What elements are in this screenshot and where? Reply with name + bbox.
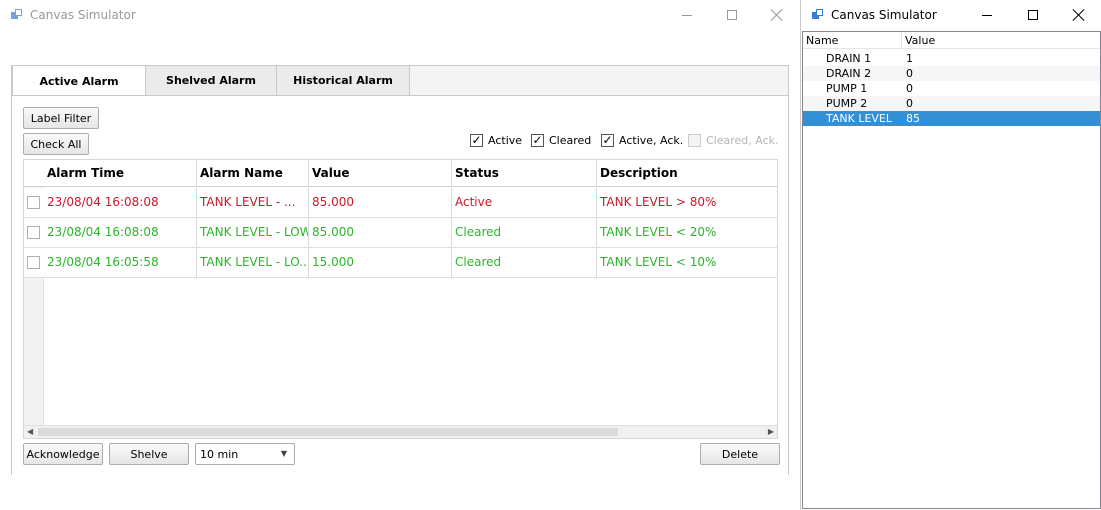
check-all-button[interactable]: Check All: [23, 133, 89, 155]
title-bar[interactable]: Canvas Simulator: [0, 0, 798, 30]
tab-content: Label Filter Check All ✓ Active ✓ Cleare…: [12, 95, 788, 475]
alarm-panel: Active Alarm Shelved Alarm Historical Al…: [11, 65, 789, 475]
maximize-button[interactable]: [1010, 0, 1056, 30]
cell-description: TANK LEVEL < 20%: [600, 225, 717, 239]
tab-active-alarm[interactable]: Active Alarm: [12, 65, 146, 96]
table-row[interactable]: 23/08/04 16:08:08 TANK LEVEL - LOW 85.00…: [24, 218, 777, 248]
cell-description: TANK LEVEL > 80%: [600, 195, 717, 209]
alarm-window: Canvas Simulator Active Alarm Shelved Al…: [0, 0, 798, 510]
window-title: Canvas Simulator: [831, 8, 937, 22]
maximize-icon: [1028, 10, 1038, 20]
delete-button[interactable]: Delete: [700, 443, 780, 465]
filter-cleared-ack: Cleared, Ack.: [688, 134, 779, 147]
label-filter-button[interactable]: Label Filter: [23, 107, 99, 129]
list-item[interactable]: DRAIN 1 1: [803, 51, 1100, 66]
maximize-button[interactable]: [709, 0, 755, 30]
tag-value: 85: [906, 112, 920, 125]
list-item[interactable]: DRAIN 2 0: [803, 66, 1100, 81]
shelve-duration-select[interactable]: 10 min ▼: [195, 443, 295, 465]
cell-alarm-name: TANK LEVEL - LOW: [197, 218, 309, 247]
cell-alarm-name: TANK LEVEL - LO...: [197, 248, 309, 277]
table-row[interactable]: 23/08/04 16:08:08 TANK LEVEL - ... 85.00…: [24, 188, 777, 218]
shelve-duration-value: 10 min: [200, 447, 239, 461]
checkbox-checked-icon[interactable]: ✓: [531, 134, 544, 147]
column-header-status[interactable]: Status: [452, 160, 597, 187]
column-header-value[interactable]: Value: [902, 32, 1100, 49]
window-title: Canvas Simulator: [30, 8, 136, 22]
acknowledge-button[interactable]: Acknowledge: [23, 443, 103, 465]
table-header: Alarm Time Alarm Name Value Status Descr…: [24, 160, 777, 187]
cell-status: Cleared: [452, 248, 597, 277]
minimize-icon: [982, 14, 992, 16]
app-icon: [812, 9, 824, 21]
list-item-selected[interactable]: TANK LEVEL 85: [803, 111, 1100, 126]
column-header-alarm-name[interactable]: Alarm Name: [197, 160, 309, 187]
filter-cleared[interactable]: ✓ Cleared: [531, 134, 591, 147]
row-checkbox[interactable]: [27, 196, 40, 209]
tag-name: DRAIN 2: [826, 67, 872, 80]
checkbox-checked-icon[interactable]: ✓: [601, 134, 614, 147]
list-item[interactable]: PUMP 2 0: [803, 96, 1100, 111]
minimize-icon: [682, 14, 692, 16]
horizontal-scrollbar[interactable]: ◀ ▶: [24, 425, 777, 438]
chevron-down-icon: ▼: [280, 449, 287, 458]
list-header: Name Value: [803, 32, 1100, 49]
column-header-alarm-time[interactable]: Alarm Time: [44, 160, 197, 187]
tag-value: 0: [906, 82, 913, 95]
close-button[interactable]: [1056, 0, 1101, 30]
column-header-value[interactable]: Value: [309, 160, 452, 187]
scrollbar-thumb[interactable]: [38, 428, 618, 436]
tag-name: DRAIN 1: [826, 52, 872, 65]
list-item[interactable]: PUMP 1 0: [803, 81, 1100, 96]
simulator-window: Canvas Simulator Name Value DRAIN 1 1 DR…: [800, 0, 1101, 510]
close-icon: [1073, 9, 1085, 21]
cell-status: Active: [452, 188, 597, 217]
title-bar[interactable]: Canvas Simulator: [801, 0, 1101, 30]
cell-value: 15.000: [309, 248, 452, 277]
shelve-button[interactable]: Shelve: [109, 443, 189, 465]
filter-label: Active: [488, 134, 523, 147]
row-checkbox[interactable]: [27, 226, 40, 239]
scroll-right-icon[interactable]: ▶: [768, 427, 774, 436]
cell-value: 85.000: [309, 188, 452, 217]
cell-alarm-time: 23/08/04 16:08:08: [44, 218, 197, 247]
tag-value: 0: [906, 97, 913, 110]
cell-value: 85.000: [309, 218, 452, 247]
filter-label: Cleared: [549, 134, 592, 147]
tab-historical-alarm[interactable]: Historical Alarm: [276, 65, 410, 95]
column-header-name[interactable]: Name: [803, 32, 902, 49]
cell-alarm-time: 23/08/04 16:08:08: [44, 188, 197, 217]
tag-value: 1: [906, 52, 913, 65]
tag-value-list: Name Value DRAIN 1 1 DRAIN 2 0 PUMP 1 0 …: [802, 31, 1101, 509]
tag-name: PUMP 2: [826, 97, 868, 110]
row-checkbox[interactable]: [27, 256, 40, 269]
table-row[interactable]: 23/08/04 16:05:58 TANK LEVEL - LO... 15.…: [24, 248, 777, 278]
filter-label: Active, Ack.: [619, 134, 684, 147]
filter-active[interactable]: ✓ Active: [470, 134, 522, 147]
maximize-icon: [727, 10, 737, 20]
close-button[interactable]: [754, 0, 800, 30]
minimize-button[interactable]: [964, 0, 1010, 30]
tag-name: PUMP 1: [826, 82, 868, 95]
tag-name: TANK LEVEL: [826, 112, 893, 125]
cell-alarm-name: TANK LEVEL - ...: [197, 188, 309, 217]
tab-shelved-alarm[interactable]: Shelved Alarm: [145, 65, 277, 95]
app-icon: [11, 9, 23, 21]
scroll-left-icon[interactable]: ◀: [27, 427, 33, 436]
minimize-button[interactable]: [664, 0, 710, 30]
tab-strip: Active Alarm Shelved Alarm Historical Al…: [12, 65, 410, 96]
filter-active-ack[interactable]: ✓ Active, Ack.: [601, 134, 683, 147]
checkbox-disabled-icon: [688, 134, 701, 147]
cell-alarm-time: 23/08/04 16:05:58: [44, 248, 197, 277]
cell-description: TANK LEVEL < 10%: [600, 255, 717, 269]
close-icon: [771, 9, 783, 21]
column-header-description[interactable]: Description: [597, 160, 777, 187]
cell-status: Cleared: [452, 218, 597, 247]
filter-label: Cleared, Ack.: [706, 134, 779, 147]
alarm-table: Alarm Time Alarm Name Value Status Descr…: [23, 159, 778, 439]
tag-value: 0: [906, 67, 913, 80]
checkbox-checked-icon[interactable]: ✓: [470, 134, 483, 147]
